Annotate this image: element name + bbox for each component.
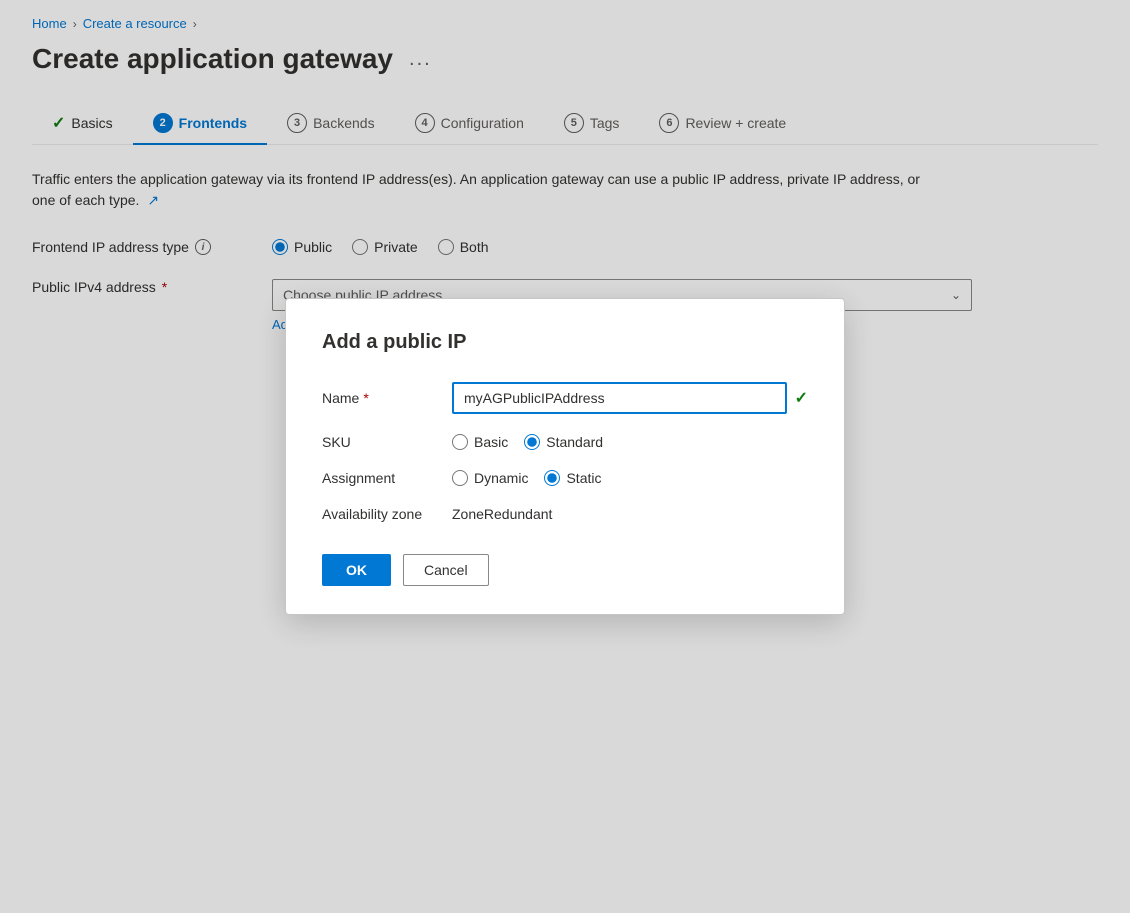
modal-ok-button[interactable]: OK <box>322 554 391 586</box>
sku-radio-basic[interactable]: Basic <box>452 434 508 450</box>
sku-radio-standard-input[interactable] <box>524 434 540 450</box>
assignment-radio-dynamic-input[interactable] <box>452 470 468 486</box>
modal-name-input-container: ✓ <box>452 382 808 414</box>
sku-basic-label: Basic <box>474 434 508 450</box>
sku-standard-label: Standard <box>546 434 603 450</box>
modal-availability-label: Availability zone <box>322 506 452 522</box>
modal-name-required-star: * <box>363 390 368 406</box>
modal-cancel-button[interactable]: Cancel <box>403 554 489 586</box>
valid-check-icon: ✓ <box>795 388 808 408</box>
modal-availability-row: Availability zone ZoneRedundant <box>322 506 808 522</box>
modal-title: Add a public IP <box>322 331 808 354</box>
assignment-radio-static[interactable]: Static <box>544 470 601 486</box>
modal-name-label: Name * <box>322 390 452 406</box>
modal-assignment-radio-group: Dynamic Static <box>452 470 808 486</box>
modal-backdrop: Add a public IP Name * ✓ SKU Basic <box>0 0 1130 913</box>
add-public-ip-modal: Add a public IP Name * ✓ SKU Basic <box>285 298 845 615</box>
modal-assignment-row: Assignment Dynamic Static <box>322 470 808 486</box>
sku-radio-standard[interactable]: Standard <box>524 434 603 450</box>
modal-assignment-label: Assignment <box>322 470 452 486</box>
modal-sku-radio-group: Basic Standard <box>452 434 808 450</box>
modal-name-input[interactable] <box>452 382 787 414</box>
modal-sku-row: SKU Basic Standard <box>322 434 808 450</box>
availability-value: ZoneRedundant <box>452 506 552 522</box>
assignment-radio-static-input[interactable] <box>544 470 560 486</box>
assignment-radio-dynamic[interactable]: Dynamic <box>452 470 528 486</box>
modal-name-row: Name * ✓ <box>322 382 808 414</box>
sku-radio-basic-input[interactable] <box>452 434 468 450</box>
modal-sku-label: SKU <box>322 434 452 450</box>
assignment-static-label: Static <box>566 470 601 486</box>
modal-buttons: OK Cancel <box>322 554 808 586</box>
assignment-dynamic-label: Dynamic <box>474 470 528 486</box>
